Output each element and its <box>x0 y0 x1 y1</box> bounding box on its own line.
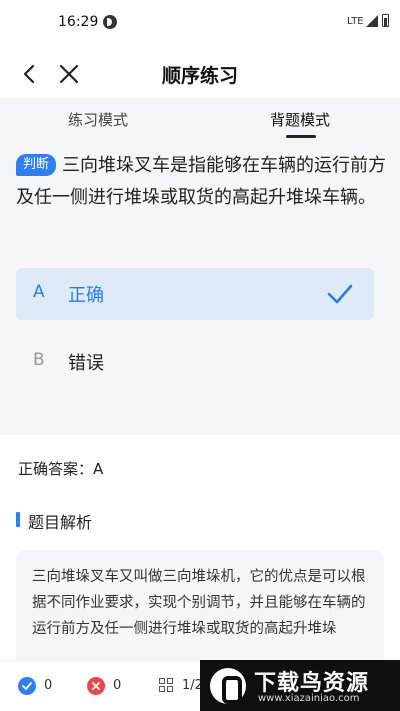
wrong-count: 0 <box>113 678 122 693</box>
analysis-title: 题目解析 <box>28 513 93 532</box>
option-letter: A <box>33 282 45 302</box>
status-bar: 16:29 LTE <box>0 0 400 48</box>
battery-icon <box>382 14 389 27</box>
mode-tabs: 练习模式 背题模式 <box>0 98 400 142</box>
option-text: 错误 <box>68 353 104 374</box>
tab-practice-mode[interactable]: 练习模式 <box>68 109 128 130</box>
section-marker <box>16 512 20 527</box>
analysis-text: 三向堆垛叉车又叫做三向堆垛机，它的优点是可以根据不同作业要求，实现个别调节，并且… <box>32 569 366 637</box>
network-type: LTE <box>347 16 364 27</box>
question-text: 三向堆垛叉车是指能够在车辆的运行前方及任一侧进行堆垛或取货的高起升堆垛车辆。 <box>16 155 387 208</box>
question-grid-icon[interactable] <box>159 678 173 692</box>
status-time: 16:29 <box>58 14 99 30</box>
option-text: 正确 <box>68 285 104 306</box>
tab-recite-mode[interactable]: 背题模式 <box>270 109 330 130</box>
watermark-logo-icon <box>210 668 246 704</box>
option-letter: B <box>33 350 45 370</box>
correct-count: 0 <box>44 678 53 693</box>
question: 判断 三向堆垛叉车是指能够在车辆的运行前方及任一侧进行堆垛或取货的高起升堆垛车辆。 <box>16 150 388 214</box>
signal-icon <box>366 15 378 27</box>
question-type-badge: 判断 <box>16 154 57 176</box>
watermark: 下载鸟资源 www.xiazainiao.com <box>200 660 400 711</box>
active-tab-indicator <box>286 135 316 138</box>
correct-check-icon <box>18 677 36 695</box>
page-title: 顺序练习 <box>161 65 238 87</box>
nav-bar: 顺序练习 <box>0 48 400 98</box>
option-a[interactable]: A 正确 <box>16 268 374 320</box>
analysis-card: 三向堆垛叉车又叫做三向堆垛机，它的优点是可以根据不同作业要求，实现个别调节，并且… <box>16 550 384 670</box>
correct-answer: 正确答案：A <box>18 460 104 478</box>
option-b[interactable]: B 错误 <box>16 336 374 388</box>
checkmark-icon <box>327 284 353 304</box>
wrong-x-icon <box>87 677 105 695</box>
app-notification-icon <box>103 15 117 29</box>
watermark-url: www.xiazainiao.com <box>258 693 360 704</box>
